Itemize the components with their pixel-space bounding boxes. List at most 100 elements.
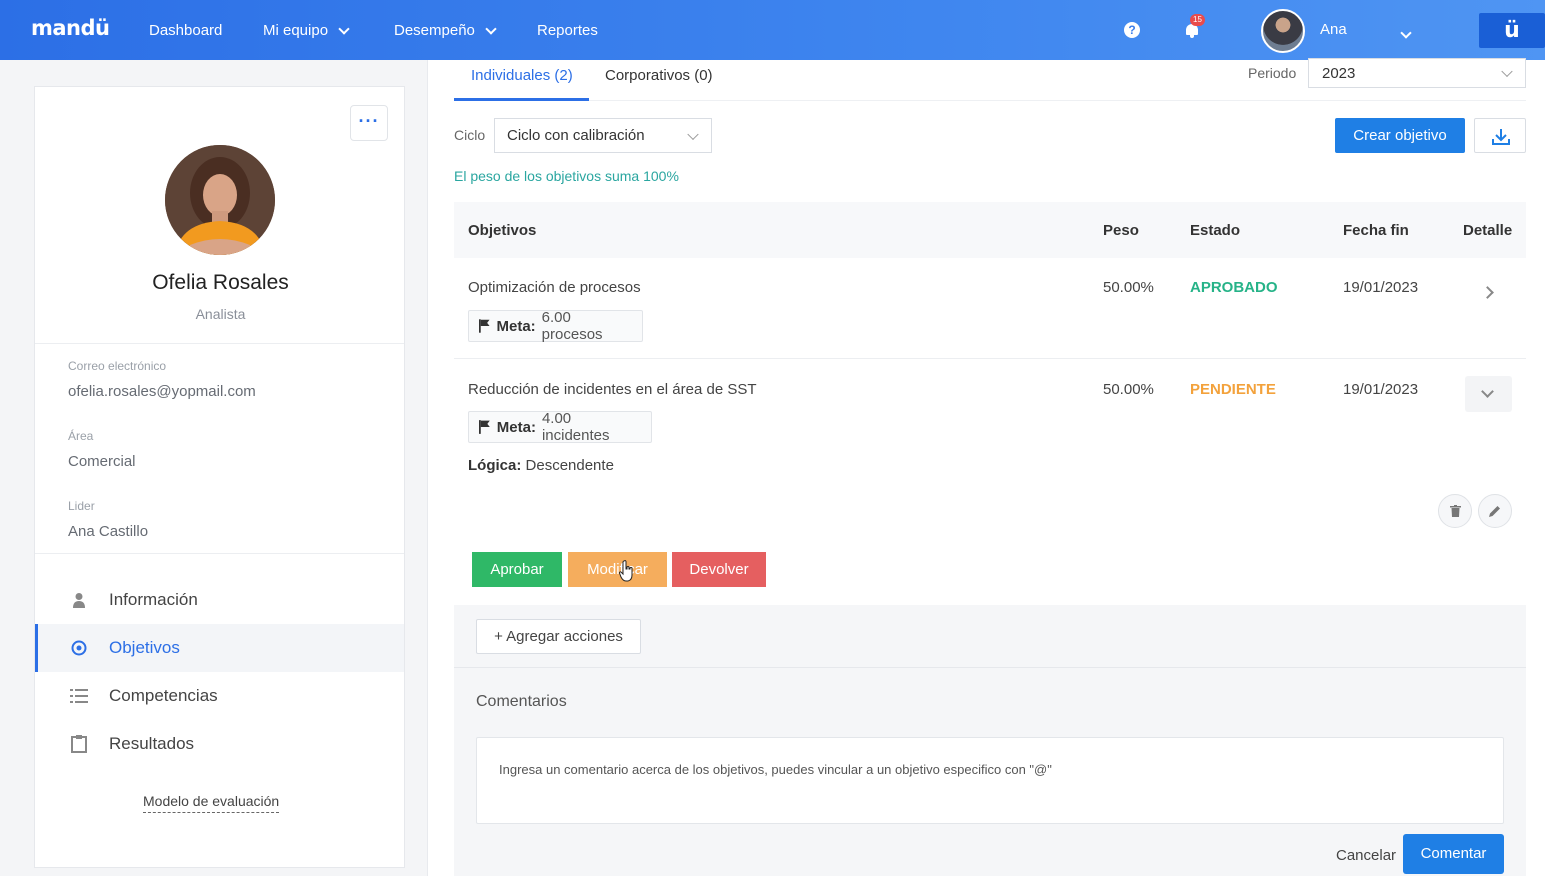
nav-mi-equipo[interactable]: Mi equipo (263, 22, 350, 39)
profile-card: ··· Ofelia Rosales Analista Correo elect… (34, 86, 405, 868)
row-divider (454, 358, 1526, 359)
lider-value: Ana Castillo (68, 523, 149, 540)
aprobar-button[interactable]: Aprobar (472, 552, 562, 587)
help-icon[interactable]: ? (1124, 22, 1140, 38)
tab-individuales[interactable]: Individuales (2) (471, 67, 573, 84)
menu-item-label: Información (109, 590, 198, 609)
nav-dashboard-label: Dashboard (149, 22, 223, 39)
profile-name: Ofelia Rosales (152, 271, 289, 294)
chevron-down-icon (485, 22, 497, 35)
fecha-fin-value: 19/01/2023 (1343, 381, 1419, 398)
meta-label: Meta: (496, 317, 536, 335)
hand-cursor-icon (619, 560, 633, 582)
divider (35, 343, 404, 344)
more-options-button[interactable]: ··· (350, 105, 388, 141)
tab-corporativos[interactable]: Corporativos (0) (605, 67, 713, 84)
user-avatar[interactable] (1261, 9, 1305, 53)
brand-icon[interactable]: ü (1479, 13, 1545, 48)
download-button[interactable] (1474, 118, 1526, 153)
periodo-label: Periodo (1248, 65, 1297, 81)
chevron-right-icon[interactable] (1481, 286, 1494, 299)
download-icon (1492, 129, 1510, 145)
nav-mi-equipo-label: Mi equipo (263, 22, 329, 39)
logica-value: Descendente (525, 457, 614, 474)
active-tab-indicator (454, 98, 589, 101)
nav-dashboard[interactable]: Dashboard (149, 22, 222, 39)
chevron-down-icon (687, 128, 699, 140)
comentarios-title: Comentarios (476, 693, 567, 710)
header-detalle: Detalle (1463, 222, 1513, 239)
chevron-down-icon (1501, 65, 1513, 78)
menu-item-competencias[interactable]: Competencias (35, 672, 404, 720)
table-header: Objetivos Peso Estado Fecha fin Detalle (454, 202, 1526, 258)
agregar-acciones-button[interactable]: + Agregar acciones (476, 619, 641, 654)
meta-chip: Meta: 4.00 incidentes (468, 410, 652, 444)
menu-item-resultados[interactable]: Resultados (35, 720, 404, 768)
divider (454, 667, 1526, 668)
ciclo-value: Ciclo con calibración (507, 127, 645, 144)
email-value: ofelia.rosales@yopmail.com (68, 383, 256, 400)
peso-value: 50.00% (1103, 279, 1154, 296)
fecha-fin-value: 19/01/2023 (1343, 279, 1419, 296)
list-icon (69, 689, 89, 703)
chevron-down-icon (338, 22, 350, 35)
peso-value: 50.00% (1103, 381, 1154, 398)
person-icon (69, 592, 89, 608)
area-label: Área (68, 429, 94, 443)
objective-title: Reducción de incidentes en el área de SS… (468, 381, 757, 398)
mandu-logo[interactable]: mandü (31, 16, 110, 40)
ciclo-label: Ciclo (454, 127, 486, 143)
menu-item-label: Objetivos (109, 638, 180, 657)
menu-item-label: Resultados (109, 734, 195, 753)
clipboard-icon (69, 735, 89, 753)
edit-button[interactable] (1478, 494, 1512, 528)
modificar-button[interactable]: Modificar (568, 552, 667, 587)
objective-title: Optimización de procesos (468, 279, 641, 296)
comment-input[interactable]: Ingresa un comentario acerca de los obje… (476, 737, 1504, 824)
top-navbar: mandü Dashboard Mi equipo Desempeño Repo… (0, 0, 1545, 60)
main-content: Individuales (2) Corporativos (0) Period… (427, 58, 1545, 876)
header-peso: Peso (1103, 222, 1139, 239)
estado-badge: PENDIENTE (1190, 381, 1276, 398)
user-menu-chevron-icon[interactable] (1400, 24, 1412, 42)
menu-item-informacion[interactable]: Información (35, 576, 404, 624)
nav-desempeno[interactable]: Desempeño (394, 22, 497, 39)
actions-comments-section: + Agregar acciones Comentarios Ingresa u… (454, 605, 1526, 876)
target-icon (69, 640, 89, 656)
lider-label: Lider (68, 499, 95, 513)
peso-message: El peso de los objetivos suma 100% (454, 168, 679, 184)
collapse-detail-button[interactable] (1465, 376, 1512, 412)
email-label: Correo electrónico (68, 359, 167, 373)
chevron-down-icon (1481, 385, 1494, 398)
user-name[interactable]: Ana (1320, 21, 1347, 38)
ciclo-select[interactable]: Ciclo con calibración (494, 118, 712, 153)
meta-label: Meta: (496, 418, 536, 436)
notification-badge: 15 (1190, 14, 1205, 26)
cancelar-button[interactable]: Cancelar (1336, 847, 1396, 864)
meta-value: 4.00 incidentes (541, 410, 610, 444)
meta-chip: Meta: 6.00 procesos (468, 309, 643, 343)
nav-desempeno-label: Desempeño (394, 22, 475, 39)
divider (35, 553, 404, 554)
comentar-button[interactable]: Comentar (1403, 834, 1504, 874)
meta-value: 6.00 procesos (541, 309, 603, 343)
pencil-icon (1489, 506, 1500, 517)
header-objetivos: Objetivos (468, 222, 537, 239)
crear-objetivo-button[interactable]: Crear objetivo (1335, 118, 1465, 153)
menu-item-objetivos[interactable]: Objetivos (35, 624, 404, 672)
logica-text: Lógica: Descendente (468, 457, 614, 474)
area-value: Comercial (68, 453, 136, 470)
nav-reportes-label: Reportes (537, 22, 598, 39)
nav-reportes[interactable]: Reportes (537, 22, 598, 39)
header-estado: Estado (1190, 222, 1241, 239)
estado-badge: APROBADO (1190, 279, 1278, 296)
modelo-evaluacion-link[interactable]: Modelo de evaluación (143, 793, 280, 813)
profile-role: Analista (195, 306, 246, 322)
devolver-button[interactable]: Devolver (672, 552, 766, 587)
tab-divider (454, 100, 1526, 101)
trash-icon (1449, 505, 1461, 517)
periodo-select[interactable]: 2023 (1308, 58, 1526, 88)
delete-button[interactable] (1438, 494, 1472, 528)
logica-label: Lógica: (468, 457, 522, 474)
profile-photo (165, 145, 275, 255)
